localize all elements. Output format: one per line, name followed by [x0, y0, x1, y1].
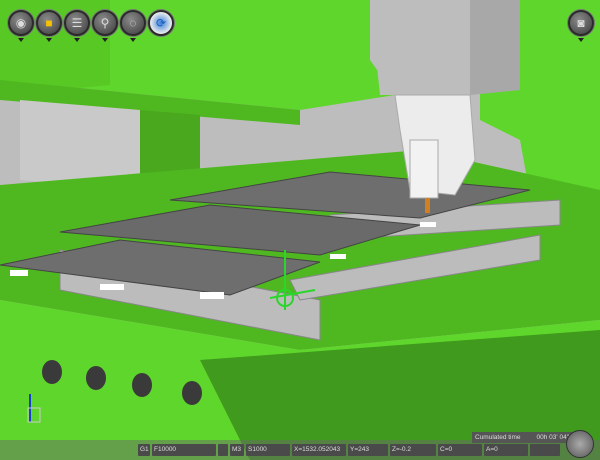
cylinder-icon: ☰ — [71, 16, 83, 30]
rotate-point-menu-caret[interactable] — [130, 38, 136, 42]
cumulated-time: Cumulated time 00h 03' 04" — [472, 432, 572, 443]
blank-field — [530, 444, 560, 456]
solid-display-menu-caret[interactable] — [46, 38, 52, 42]
stock-menu-caret[interactable] — [74, 38, 80, 42]
camera-menu-caret[interactable] — [578, 38, 584, 42]
axis-triad-icon — [27, 394, 41, 423]
orbit-button[interactable]: ⟳ — [148, 10, 174, 36]
solid-display-button[interactable]: ■ — [36, 10, 62, 36]
blank-field — [218, 444, 228, 456]
cumulated-time-value: 00h 03' 04" — [536, 434, 569, 441]
g-code: G1 — [138, 444, 150, 456]
3d-viewport[interactable] — [0, 0, 600, 460]
view-settings-button[interactable]: ◉ — [8, 10, 34, 36]
stock-button[interactable]: ☰ — [64, 10, 90, 36]
cube-icon: ■ — [45, 16, 53, 30]
status-bar: G1 F10000 M3 S1000 X=1532.052043 Y=243 Z… — [138, 444, 560, 456]
simulation-control-button[interactable] — [566, 430, 594, 458]
z-position: Z=-0.2 — [390, 444, 436, 456]
camera-button[interactable]: ◙ — [568, 10, 594, 36]
magnifier-icon: ⚲ — [100, 16, 110, 30]
feed-rate: F10000 — [152, 444, 216, 456]
spindle-speed: S1000 — [246, 444, 290, 456]
rotate-icon: ⟳ — [155, 16, 167, 30]
rotate-point-button[interactable]: ◌ — [120, 10, 146, 36]
camera-icon: ◙ — [577, 16, 585, 30]
view-icon: ◉ — [15, 16, 27, 30]
cumulated-time-label: Cumulated time — [475, 434, 521, 441]
zoom-menu-caret[interactable] — [102, 38, 108, 42]
m-code: M3 — [230, 444, 244, 456]
view-settings-menu-caret[interactable] — [18, 38, 24, 42]
y-position: Y=243 — [348, 444, 388, 456]
x-position: X=1532.052043 — [292, 444, 346, 456]
c-position: C=0 — [438, 444, 482, 456]
dotted-circle-icon: ◌ — [129, 16, 137, 30]
zoom-button[interactable]: ⚲ — [92, 10, 118, 36]
a-position: A=0 — [484, 444, 528, 456]
